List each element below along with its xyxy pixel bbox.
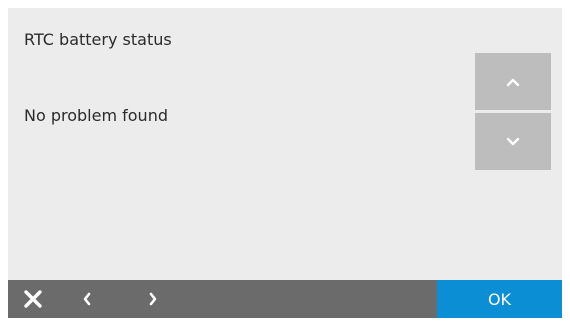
chevron-down-icon [506, 137, 520, 145]
scroll-up-button[interactable] [475, 53, 551, 110]
chevron-up-icon [506, 78, 520, 86]
page-title: RTC battery status [24, 30, 172, 49]
chevron-right-icon [149, 292, 157, 306]
scroll-down-button[interactable] [475, 113, 551, 170]
ok-button[interactable]: OK [437, 280, 562, 318]
close-button[interactable] [18, 280, 48, 318]
chevron-left-icon [83, 292, 91, 306]
back-button[interactable] [76, 280, 98, 318]
close-icon [24, 290, 42, 308]
printer-panel-screen: RTC battery status No problem found OK [8, 8, 562, 318]
forward-button[interactable] [142, 280, 164, 318]
status-message: No problem found [24, 106, 168, 125]
